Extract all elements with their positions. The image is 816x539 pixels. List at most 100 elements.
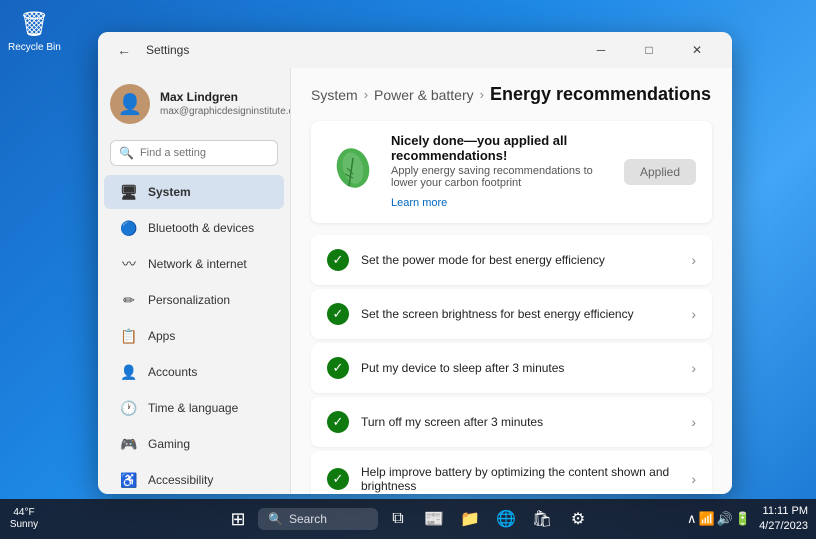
banner-title: Nicely done—you applied all recommendati… [391, 133, 612, 163]
recommendation-item-0[interactable]: ✓ Set the power mode for best energy eff… [311, 235, 712, 285]
user-name: Max Lindgren [160, 90, 290, 106]
settings-taskbar-button[interactable]: ⚙ [562, 503, 594, 535]
clock-time: 11:11 PM [759, 504, 808, 519]
taskbar-search[interactable]: 🔍 Search [258, 508, 378, 530]
search-input[interactable] [140, 147, 269, 159]
sidebar-item-bluetooth[interactable]: 🔵 Bluetooth & devices [104, 211, 284, 245]
explorer-button[interactable]: 📁 [454, 503, 486, 535]
window-title: Settings [146, 43, 570, 57]
content-area: 👤 Max Lindgren max@graphicdesigninstitut… [98, 68, 732, 494]
sidebar-search-container: 🔍 [110, 140, 278, 166]
sidebar-item-personalization-label: Personalization [148, 293, 230, 307]
sidebar-item-gaming[interactable]: 🎮 Gaming [104, 427, 284, 461]
sidebar-item-personalization[interactable]: ✏ Personalization [104, 283, 284, 317]
breadcrumb-current: Energy recommendations [490, 84, 711, 105]
apps-icon: 📋 [120, 327, 138, 345]
weather-widget[interactable]: 44°F Sunny [8, 503, 40, 535]
applied-banner: Nicely done—you applied all recommendati… [311, 121, 712, 223]
sidebar-item-time[interactable]: 🕐 Time & language [104, 391, 284, 425]
check-icon-3: ✓ [327, 411, 349, 433]
banner-subtitle: Apply energy saving recommendations to l… [391, 165, 612, 189]
close-button[interactable]: ✕ [674, 34, 720, 66]
store-button[interactable]: 🛍 [526, 503, 558, 535]
sidebar-item-apps[interactable]: 📋 Apps [104, 319, 284, 353]
system-tray: ∧ 📶 🔊 🔋 [687, 511, 751, 527]
sidebar-item-accessibility-label: Accessibility [148, 473, 213, 487]
settings-window: ← Settings ─ □ ✕ 👤 Max Lindgren max@grap… [98, 32, 732, 494]
rec-label-4: Help improve battery by optimizing the c… [361, 465, 679, 493]
sidebar-item-system-label: System [148, 185, 191, 199]
breadcrumb-sep-1: › [364, 87, 368, 102]
recycle-bin-icon: 🗑 [18, 8, 50, 40]
sidebar-item-time-label: Time & language [148, 401, 238, 415]
check-icon-4: ✓ [327, 468, 349, 490]
rec-label-3: Turn off my screen after 3 minutes [361, 415, 679, 429]
sidebar-item-accessibility[interactable]: ♿ Accessibility [104, 463, 284, 494]
bluetooth-icon: 🔵 [120, 219, 138, 237]
user-profile[interactable]: 👤 Max Lindgren max@graphicdesigninstitut… [98, 76, 290, 136]
rec-label-1: Set the screen brightness for best energ… [361, 307, 679, 321]
desktop: 🗑 Recycle Bin ← Settings ─ □ ✕ 👤 Max Lin… [0, 0, 816, 539]
volume-tray-icon[interactable]: 🔊 [717, 511, 733, 527]
clock[interactable]: 11:11 PM 4/27/2023 [759, 504, 808, 535]
learn-more-link[interactable]: Learn more [391, 197, 447, 209]
rec-label-0: Set the power mode for best energy effic… [361, 253, 679, 267]
sidebar-item-apps-label: Apps [148, 329, 175, 343]
gaming-icon: 🎮 [120, 435, 138, 453]
title-bar: ← Settings ─ □ ✕ [98, 32, 732, 68]
search-icon: 🔍 [119, 146, 134, 160]
recommendation-item-3[interactable]: ✓ Turn off my screen after 3 minutes › [311, 397, 712, 447]
back-button[interactable]: ← [110, 36, 138, 64]
tray-up-icon[interactable]: ∧ [687, 511, 697, 527]
sidebar-item-system[interactable]: 🖥 System [104, 175, 284, 209]
applied-button[interactable]: Applied [624, 159, 696, 185]
sidebar-item-gaming-label: Gaming [148, 437, 190, 451]
chevron-right-icon-1: › [691, 306, 696, 322]
recommendation-item-1[interactable]: ✓ Set the screen brightness for best ene… [311, 289, 712, 339]
minimize-button[interactable]: ─ [578, 34, 624, 66]
task-view-button[interactable]: ⧉ [382, 503, 414, 535]
check-icon-1: ✓ [327, 303, 349, 325]
sidebar-item-network[interactable]: 〰 Network & internet [104, 247, 284, 281]
leaf-icon-container [327, 146, 379, 198]
recycle-bin-label: Recycle Bin [8, 42, 61, 53]
window-controls: ─ □ ✕ [578, 34, 720, 66]
taskbar: 44°F Sunny ⊞ 🔍 Search ⧉ 📰 📁 🌐 🛍 ⚙ ∧ 📶 🔊 [0, 499, 816, 539]
sidebar-item-accounts[interactable]: 👤 Accounts [104, 355, 284, 389]
check-icon-2: ✓ [327, 357, 349, 379]
sidebar-item-bluetooth-label: Bluetooth & devices [148, 221, 254, 235]
widgets-button[interactable]: 📰 [418, 503, 450, 535]
sidebar-item-network-label: Network & internet [148, 257, 247, 271]
start-button[interactable]: ⊞ [222, 503, 254, 535]
recommendation-item-4[interactable]: ✓ Help improve battery by optimizing the… [311, 451, 712, 494]
chevron-right-icon-3: › [691, 414, 696, 430]
user-info: Max Lindgren max@graphicdesigninstitute.… [160, 90, 290, 119]
check-icon-0: ✓ [327, 249, 349, 271]
edge-button[interactable]: 🌐 [490, 503, 522, 535]
chevron-right-icon-0: › [691, 252, 696, 268]
breadcrumb-power-battery[interactable]: Power & battery [374, 87, 474, 103]
network-icon: 〰 [120, 255, 138, 273]
maximize-button[interactable]: □ [626, 34, 672, 66]
breadcrumb-sep-2: › [480, 87, 484, 102]
weather-desc: Sunny [10, 519, 38, 531]
system-icon: 🖥 [120, 183, 138, 201]
sidebar: 👤 Max Lindgren max@graphicdesigninstitut… [98, 68, 290, 494]
recycle-bin[interactable]: 🗑 Recycle Bin [8, 8, 61, 53]
chevron-right-icon-4: › [691, 471, 696, 487]
weather-temp: 44°F [10, 507, 38, 519]
taskbar-search-icon: 🔍 [268, 512, 283, 526]
breadcrumb-system[interactable]: System [311, 87, 358, 103]
rec-label-2: Put my device to sleep after 3 minutes [361, 361, 679, 375]
accessibility-icon: ♿ [120, 471, 138, 489]
leaf-icon [327, 146, 379, 198]
main-panel: System › Power & battery › Energy recomm… [290, 68, 732, 494]
network-tray-icon[interactable]: 📶 [699, 511, 715, 527]
sidebar-item-accounts-label: Accounts [148, 365, 197, 379]
chevron-right-icon-2: › [691, 360, 696, 376]
battery-tray-icon[interactable]: 🔋 [735, 511, 751, 527]
recommendation-item-2[interactable]: ✓ Put my device to sleep after 3 minutes… [311, 343, 712, 393]
breadcrumb: System › Power & battery › Energy recomm… [311, 84, 712, 105]
recommendations-list: ✓ Set the power mode for best energy eff… [311, 235, 712, 494]
avatar: 👤 [110, 84, 150, 124]
